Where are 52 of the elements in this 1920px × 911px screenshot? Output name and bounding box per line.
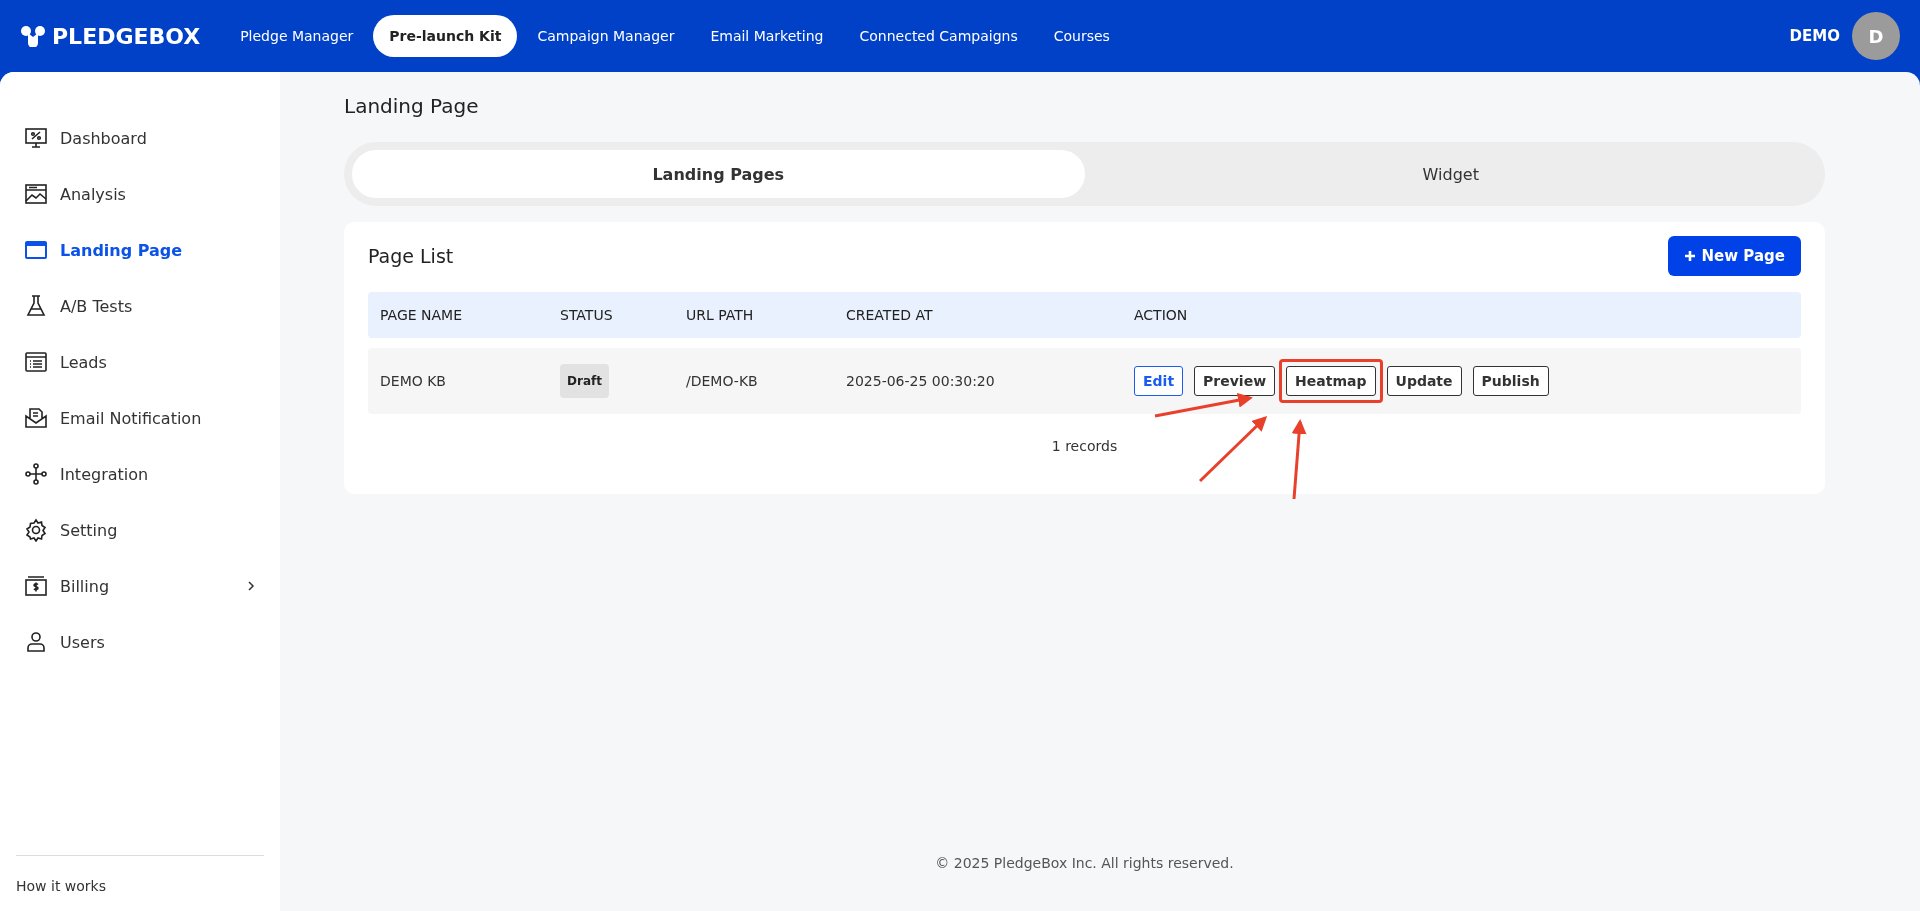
sidebar-item[interactable]: Analysis xyxy=(0,166,280,222)
copyright: © 2025 PledgeBox Inc. All rights reserved. xyxy=(934,855,1235,873)
column-header: ACTION xyxy=(1134,307,1189,323)
sidebar-item[interactable]: Setting xyxy=(0,502,280,558)
sidebar-item[interactable]: Dashboard xyxy=(0,110,280,166)
column-header: URL PATH xyxy=(686,307,755,323)
browser-window-icon xyxy=(24,238,48,262)
column-header: PAGE NAME xyxy=(380,307,463,323)
table-cell-text: /DEMO-KB xyxy=(686,373,759,389)
user-name: DEMO xyxy=(1789,27,1840,45)
user-icon xyxy=(24,630,48,654)
nav-tab[interactable]: Courses xyxy=(1037,15,1126,57)
sidebar-item[interactable]: Email Notification xyxy=(0,390,280,446)
envelope-icon xyxy=(24,406,48,430)
nav-tab[interactable]: Pledge Manager xyxy=(224,15,370,57)
table-cell-text: 2025-06-25 00:30:20 xyxy=(846,373,996,389)
sidebar-item[interactable]: Landing Page xyxy=(0,222,280,278)
tab[interactable]: Landing Pages xyxy=(352,150,1085,198)
nav-tab[interactable]: Connected Campaigns xyxy=(843,15,1034,57)
sidebar-item[interactable]: A/B Tests xyxy=(0,278,280,334)
plus-icon xyxy=(1683,250,1696,262)
tab[interactable]: Widget xyxy=(1084,150,1817,198)
nav-tab[interactable]: Campaign Manager xyxy=(521,15,691,57)
chart-window-icon xyxy=(24,182,48,206)
how-it-works-link[interactable]: How it works xyxy=(16,878,106,894)
logo-text: PLEDGEBOX xyxy=(52,23,201,49)
list-icon xyxy=(24,350,48,374)
sidebar-item[interactable]: Integration xyxy=(0,446,280,502)
action-button[interactable]: Edit xyxy=(1134,366,1184,396)
sidebar-item[interactable]: Billing xyxy=(0,558,280,614)
sidebar-item[interactable]: Users xyxy=(0,614,280,670)
logo-icon xyxy=(20,25,46,47)
table-cell-text: DEMO KB xyxy=(380,373,447,389)
network-icon xyxy=(24,462,48,486)
status-badge: Draft xyxy=(560,364,609,398)
nav-tab[interactable]: Email Marketing xyxy=(694,15,840,57)
sidebar-item[interactable]: Leads xyxy=(0,334,280,390)
card-title: Page List xyxy=(368,245,454,267)
new-page-button[interactable]: New Page xyxy=(1667,236,1801,276)
action-button[interactable]: Publish xyxy=(1472,366,1549,396)
column-header: CREATED AT xyxy=(846,307,934,323)
action-button[interactable]: Heatmap xyxy=(1286,366,1376,396)
flask-icon xyxy=(24,294,48,318)
dollar-bill-icon xyxy=(24,574,48,598)
monitor-icon xyxy=(24,126,48,150)
page-title: Landing Page xyxy=(344,94,480,118)
action-button[interactable]: Update xyxy=(1386,366,1462,396)
action-button[interactable]: Preview xyxy=(1194,366,1276,396)
nav-tab[interactable]: Pre-launch Kit xyxy=(373,15,518,57)
record-count: 1 records xyxy=(1050,438,1119,454)
settings-icon xyxy=(24,518,48,542)
column-header: STATUS xyxy=(560,307,614,323)
